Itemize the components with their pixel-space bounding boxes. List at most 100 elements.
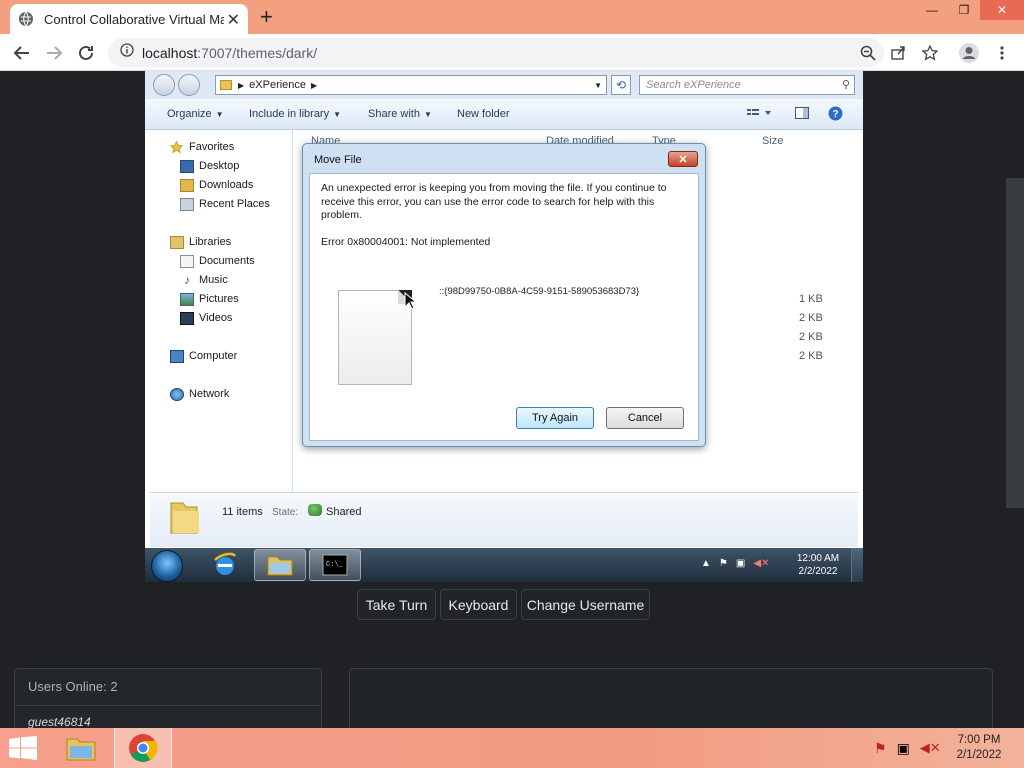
nav-videos[interactable]: Videos (180, 309, 232, 327)
menu-kebab-icon[interactable] (990, 41, 1014, 65)
restore-icon[interactable]: ❐ (948, 0, 980, 20)
vm-taskbar: C:\_ ▲ ⚑ ▣ ◀✕ 12:00 AM 2/2/2022 (145, 548, 863, 582)
star-icon (169, 140, 184, 154)
forward-arrow-icon[interactable] (42, 41, 66, 65)
zoom-icon[interactable] (856, 41, 880, 65)
file-size: 2 KB (799, 350, 823, 362)
nav-favorites[interactable]: Favorites (169, 138, 234, 156)
explorer-search-input[interactable]: Search eXPerience ⚲ (639, 75, 855, 95)
include-in-library-menu[interactable]: Include in library ▼ (249, 108, 341, 120)
explorer-taskbar-icon[interactable] (254, 549, 306, 581)
svg-text:C:\_: C:\_ (326, 561, 344, 569)
nav-libraries[interactable]: Libraries (170, 233, 231, 251)
keyboard-button[interactable]: Keyboard (440, 589, 517, 620)
share-with-menu[interactable]: Share with ▼ (368, 108, 432, 120)
windows-start-icon[interactable] (8, 736, 38, 760)
volume-muted-icon[interactable]: ◀✕ (920, 740, 941, 757)
cmd-taskbar-icon[interactable]: C:\_ (309, 549, 361, 581)
volume-muted-icon[interactable]: ◀✕ (753, 558, 769, 569)
explorer-back-icon[interactable] (153, 74, 175, 96)
chevron-down-icon: ▼ (423, 110, 432, 119)
page-scrollbar-thumb[interactable] (1006, 178, 1024, 508)
windows-start-orb-icon[interactable] (151, 550, 183, 582)
vm-screen[interactable]: ▶ eXPerience ▶ ▼ ⟲ Search eXPerience ⚲ O… (145, 71, 863, 582)
take-turn-button[interactable]: Take Turn (357, 589, 436, 620)
change-username-button[interactable]: Change Username (521, 589, 650, 620)
nav-label: Music (199, 274, 228, 286)
nav-desktop[interactable]: Desktop (180, 157, 239, 175)
help-icon[interactable]: ? (828, 106, 843, 124)
folder-large-icon (167, 499, 201, 540)
host-clock[interactable]: 7:00 PM 2/1/2022 (944, 733, 1014, 763)
view-options-icon[interactable] (747, 107, 773, 122)
new-tab-icon[interactable]: + (260, 4, 273, 30)
cancel-button[interactable]: Cancel (606, 407, 684, 429)
browser-tab[interactable]: Control Collaborative Virtual Ma ✕ (10, 4, 248, 34)
nav-pictures[interactable]: Pictures (180, 290, 239, 308)
chevron-down-icon: ▼ (215, 110, 224, 119)
dialog-close-icon[interactable]: ✕ (668, 151, 698, 167)
item-count: 11 items (222, 506, 263, 518)
nav-label: Computer (189, 350, 238, 362)
file-size: 2 KB (799, 331, 823, 343)
reload-icon[interactable] (74, 41, 98, 65)
minimize-icon[interactable]: — (916, 0, 948, 20)
internet-explorer-icon[interactable] (199, 549, 251, 581)
nav-music[interactable]: ♪ Music (180, 271, 228, 289)
profile-avatar-icon[interactable] (957, 41, 981, 65)
explorer-details-pane: 11 items State: Shared (150, 492, 858, 547)
mouse-cursor-icon (404, 291, 418, 315)
explorer-navigation-pane: Favorites Desktop Downloads Recent Place… (150, 130, 293, 492)
try-again-button[interactable]: Try Again (516, 407, 594, 429)
dialog-title: Move File (314, 154, 362, 166)
dialog-error-code: Error 0x80004001: Not implemented (321, 236, 491, 248)
include-label: Include in library (249, 108, 330, 120)
nav-label: Documents (199, 255, 255, 267)
network-tray-icon[interactable]: ▣ (897, 740, 910, 757)
videos-icon (180, 311, 194, 325)
back-arrow-icon[interactable] (10, 41, 34, 65)
column-header-size[interactable]: Size (762, 135, 783, 147)
preview-pane-icon[interactable] (795, 107, 809, 122)
address-dropdown-icon[interactable]: ▼ (594, 81, 602, 90)
new-folder-button[interactable]: New folder (457, 108, 510, 120)
action-center-flag-icon[interactable]: ⚑ (719, 558, 728, 569)
window-close-icon[interactable]: ✕ (980, 0, 1024, 20)
file-explorer-icon[interactable] (52, 728, 110, 768)
explorer-refresh-icon[interactable]: ⟲ (611, 75, 631, 95)
tab-close-icon[interactable]: ✕ (227, 10, 240, 30)
nav-label: Desktop (199, 160, 240, 172)
show-hidden-icons-icon[interactable]: ▲ (701, 558, 711, 569)
organize-label: Organize (167, 108, 212, 120)
recent-places-icon (180, 197, 194, 211)
chrome-icon[interactable] (114, 728, 172, 768)
explorer-address-box[interactable]: ▶ eXPerience ▶ ▼ (215, 75, 607, 95)
action-center-flag-icon[interactable]: ⚑ (874, 740, 887, 757)
address-bar[interactable]: localhost:7007/themes/dark/ (108, 38, 884, 67)
browser-tabstrip: Control Collaborative Virtual Ma ✕ + — ❐… (0, 0, 1024, 34)
site-info-icon[interactable] (120, 43, 134, 62)
search-icon[interactable]: ⚲ (842, 78, 850, 91)
url-text: localhost:7007/themes/dark/ (142, 45, 317, 61)
show-desktop-button[interactable] (851, 548, 863, 582)
nav-network[interactable]: Network (170, 385, 229, 403)
explorer-forward-icon[interactable] (178, 74, 200, 96)
vm-time: 12:00 AM (796, 553, 840, 564)
nav-downloads[interactable]: Downloads (180, 176, 253, 194)
vm-clock[interactable]: 12:00 AM 2/2/2022 (789, 552, 847, 578)
bookmark-star-icon[interactable] (918, 41, 942, 65)
organize-menu[interactable]: Organize ▼ (167, 108, 224, 120)
share-icon[interactable] (886, 41, 910, 65)
downloads-icon (180, 178, 194, 192)
breadcrumb[interactable]: eXPerience (249, 79, 306, 91)
nav-recent-places[interactable]: Recent Places (180, 195, 270, 213)
folder-small-icon (220, 80, 232, 90)
network-tray-icon[interactable]: ▣ (736, 558, 745, 569)
dialog-file-name: ::{98D99750-0B8A-4C59-9151-589053683D73} (439, 286, 640, 297)
explorer-command-bar: Organize ▼ Include in library ▼ Share with… (145, 99, 863, 130)
url-host: localhost (142, 44, 198, 61)
explorer-address-row: ▶ eXPerience ▶ ▼ ⟲ Search eXPerience ⚲ (145, 71, 863, 99)
url-path: :7007/themes/dark/ (197, 44, 318, 61)
nav-computer[interactable]: Computer (170, 347, 237, 365)
nav-documents[interactable]: Documents (180, 252, 255, 270)
